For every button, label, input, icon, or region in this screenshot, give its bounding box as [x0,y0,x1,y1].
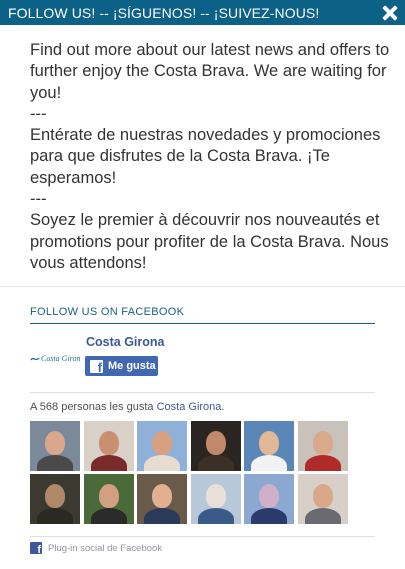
message-french: Soyez le premier à découvrir nos nouveau… [30,211,389,272]
logo-text: Costa Girona [41,354,80,363]
plugin-label: Plug-in social de Facebook [48,542,163,554]
avatar-head [205,484,226,508]
costa-girona-logo[interactable]: Costa Girona [30,338,80,378]
likes-count-prefix: A 568 personas les gusta [30,401,157,413]
avatar-head [45,484,65,508]
avatar-head [98,431,119,455]
avatar-body [251,508,287,524]
fan-avatar[interactable] [297,474,348,524]
popup-title: FOLLOW US! -- ¡SÍGUENOS! -- ¡SUIVEZ-NOUS… [8,4,320,21]
popup-header: FOLLOW US! -- ¡SÍGUENOS! -- ¡SUIVEZ-NOUS… [0,0,405,25]
like-button[interactable]: Me gusta [85,356,158,376]
avatar-body [144,455,180,471]
fan-avatar[interactable] [30,474,80,524]
facebook-plugin-footer[interactable]: Plug-in social de Facebook [30,542,163,556]
message-separator: --- [30,104,47,123]
facebook-icon [30,542,42,556]
avatar-body [37,508,73,524]
avatar-body [197,508,234,524]
avatar-body [304,508,341,524]
fan-avatar[interactable] [244,421,294,471]
like-button-label: Me gusta [108,360,156,372]
popup-message: Find out more about our latest news and … [30,40,395,274]
message-separator: --- [30,190,47,209]
likes-page-link[interactable]: Costa Girona [157,401,222,413]
close-icon[interactable] [381,4,399,22]
avatar-body [304,455,341,471]
fan-avatar[interactable] [137,474,187,524]
message-english: Find out more about our latest news and … [30,41,390,102]
facebook-divider [30,392,375,393]
avatar-head [312,431,333,455]
avatar-body [90,455,127,471]
avatar-body [90,508,127,524]
facebook-section-title: FOLLOW US ON FACEBOOK [30,306,185,318]
costa-girona-logo-image: Costa Girona [30,354,80,363]
fan-avatar[interactable] [297,421,348,471]
section-divider [0,286,405,287]
avatar-head [152,484,172,508]
avatar-head [259,484,279,508]
facebook-title-underline [30,323,375,324]
fan-avatar[interactable] [83,421,134,471]
avatar-head [152,431,172,455]
fan-faces-grid [30,421,348,524]
fan-avatar[interactable] [190,474,241,524]
avatar-body [197,455,234,471]
facebook-f-icon [90,359,103,375]
fan-avatar[interactable] [244,474,294,524]
fan-avatar[interactable] [30,421,80,471]
avatar-head [98,484,119,508]
likes-suffix: . [221,401,225,413]
facebook-divider [30,536,375,537]
fan-avatar[interactable] [83,474,134,524]
facebook-page-name[interactable]: Costa Girona [86,335,165,349]
likes-count-text: A 568 personas les gusta Costa Girona. [30,401,224,413]
avatar-body [37,455,73,471]
avatar-head [205,431,226,455]
avatar-head [259,431,279,455]
fan-avatar[interactable] [190,421,241,471]
avatar-head [312,484,333,508]
avatar-head [45,431,65,455]
avatar-body [144,508,180,524]
fan-avatar[interactable] [137,421,187,471]
message-spanish: Entérate de nuestras novedades y promoci… [30,126,381,187]
avatar-body [251,455,287,471]
